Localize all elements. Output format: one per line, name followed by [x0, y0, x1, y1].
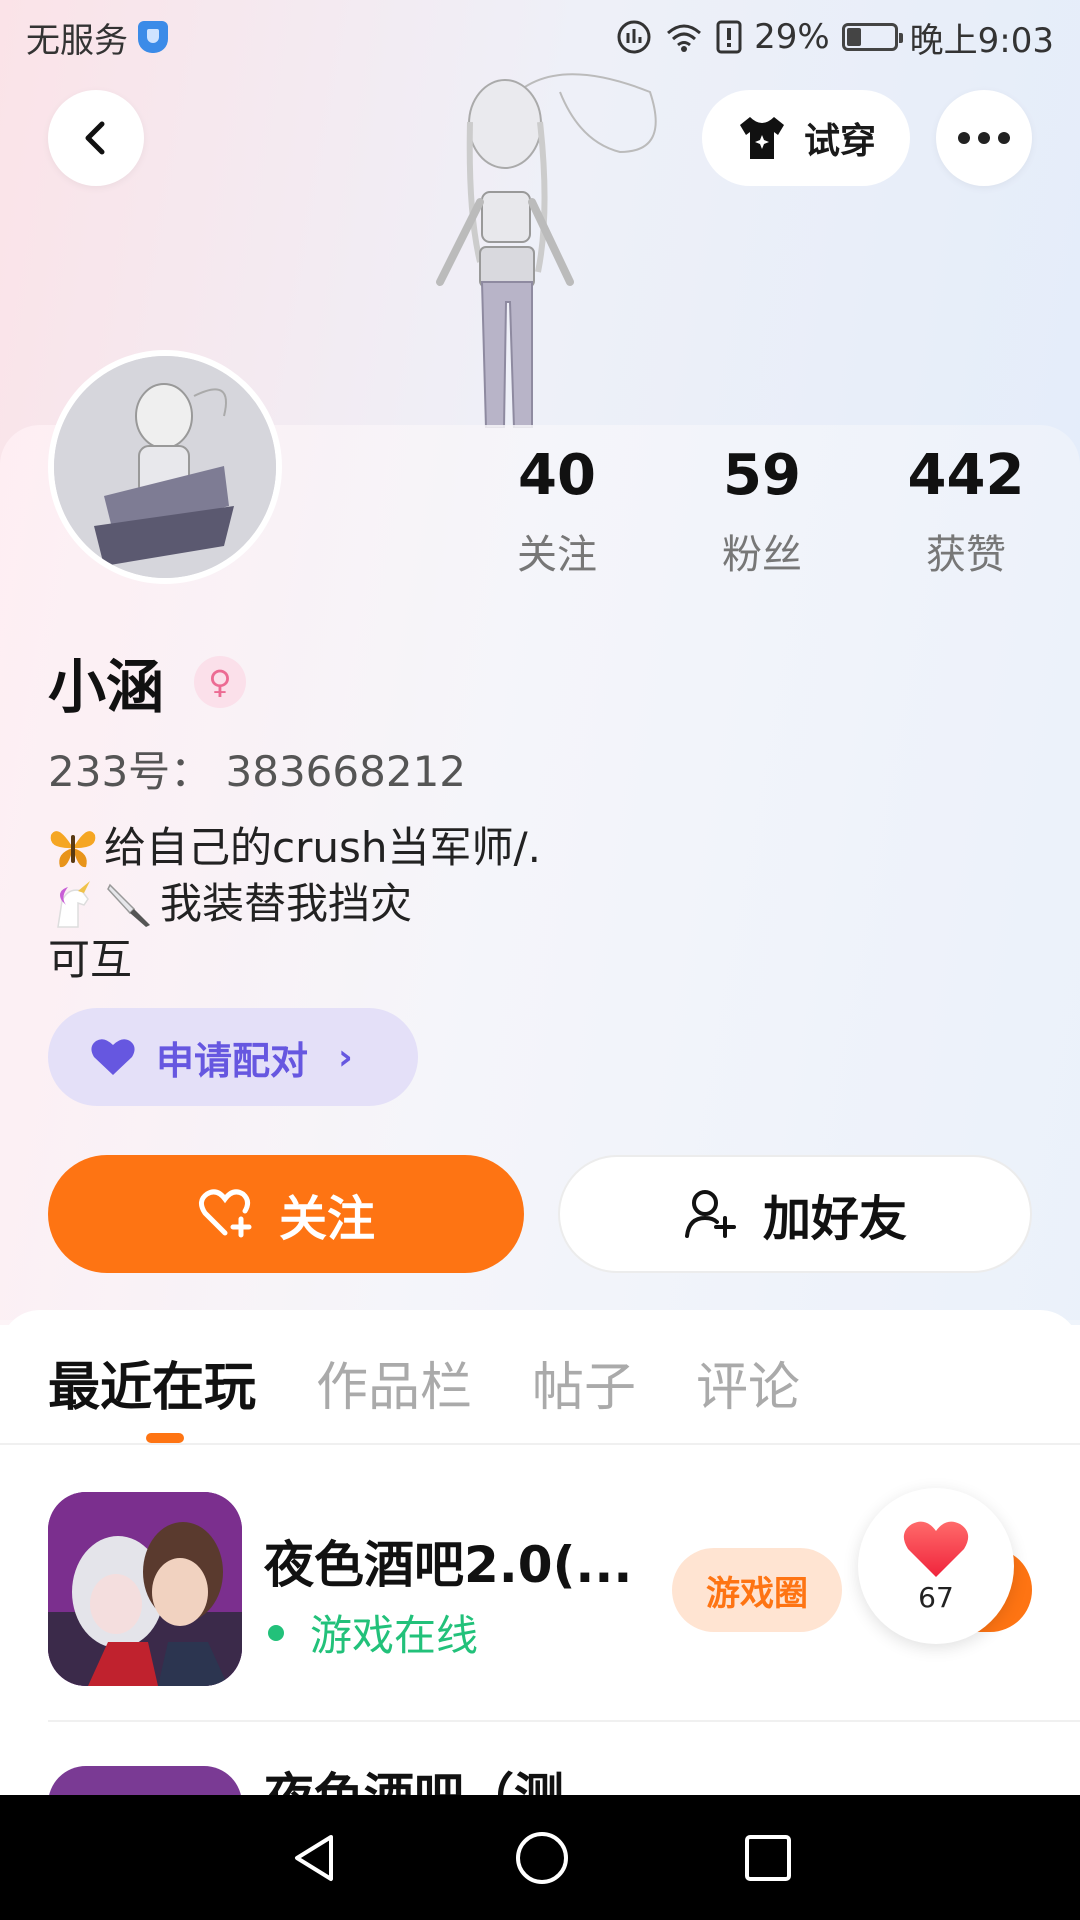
profile-bio: 给自己的crush当军师/. 我装替我挡灾 可互	[48, 820, 541, 988]
active-tab-indicator	[146, 1433, 184, 1443]
bio-line-1: 给自己的crush当军师/.	[104, 823, 541, 872]
bio-line-3: 可互	[48, 935, 133, 984]
try-on-label: 试穿	[803, 121, 876, 162]
apply-pair-button[interactable]: 申请配对 ›	[48, 1008, 418, 1106]
online-dot-icon	[268, 1624, 284, 1641]
profile-name: 小涵	[48, 653, 165, 721]
avatar[interactable]	[48, 350, 282, 584]
stat-followers-label: 粉丝	[722, 532, 802, 578]
tshirt-icon	[739, 117, 784, 159]
tab-works[interactable]: 作品栏	[316, 1345, 472, 1420]
avatar-image	[54, 356, 276, 578]
follow-label: 关注	[278, 1191, 375, 1247]
chevron-right-icon: ›	[338, 1036, 353, 1078]
user-id[interactable]: 233号： 383668212	[48, 738, 466, 799]
more-button[interactable]	[936, 90, 1032, 186]
unicorn-emoji-icon	[57, 881, 90, 928]
add-friend-label: 加好友	[762, 1191, 907, 1247]
user-plus-icon	[684, 1190, 736, 1238]
game-status-label: 游戏在线	[310, 1611, 479, 1660]
heart-icon	[91, 1039, 135, 1075]
avatar-figure-image	[436, 73, 657, 428]
apply-pair-label: 申请配对	[156, 1038, 309, 1083]
bio-line-2: 我装替我挡灾	[160, 879, 413, 928]
back-button[interactable]	[48, 90, 144, 186]
game-circle-button[interactable]: 游戏圈	[672, 1548, 842, 1632]
like-badge[interactable]: 67	[858, 1488, 1014, 1644]
stat-following[interactable]: 40 关注	[487, 440, 627, 580]
tab-recently-played[interactable]: 最近在玩	[48, 1345, 256, 1420]
stat-following-label: 关注	[517, 532, 597, 578]
butterfly-emoji-icon	[50, 831, 96, 868]
nav-recents-icon[interactable]	[743, 1833, 793, 1883]
tabs-divider	[0, 1443, 1080, 1445]
tab-comments[interactable]: 评论	[696, 1345, 800, 1420]
stat-followers[interactable]: 59 粉丝	[692, 440, 832, 580]
follow-button[interactable]: 关注	[48, 1155, 524, 1273]
add-friend-button[interactable]: 加好友	[558, 1155, 1032, 1273]
battery-percent: 29%	[754, 17, 830, 57]
like-count: 67	[918, 1580, 954, 1614]
stat-followers-value: 59	[723, 443, 801, 508]
stat-likes-value: 442	[907, 443, 1025, 508]
heart-plus-icon	[198, 1189, 252, 1238]
stat-following-value: 40	[518, 443, 596, 508]
clock-text: 晚上9:03	[909, 20, 1054, 61]
knife-emoji-icon	[107, 883, 150, 927]
shield-icon	[138, 21, 168, 53]
game-icon-image[interactable]	[48, 1492, 242, 1686]
stat-likes-label: 获赞	[926, 532, 1006, 578]
carrier-text: 无服务	[26, 20, 128, 61]
signal-icon	[617, 20, 651, 54]
game-title[interactable]: 夜色酒吧（测	[264, 1762, 564, 1796]
battery-icon	[841, 23, 903, 51]
stat-likes[interactable]: 442 获赞	[896, 440, 1036, 580]
back-icon	[85, 121, 105, 155]
system-nav-bar	[0, 1795, 1080, 1920]
game-status: 游戏在线	[268, 1602, 478, 1663]
tab-posts[interactable]: 帖子	[532, 1345, 636, 1420]
try-on-button[interactable]: 试穿	[702, 90, 910, 186]
heart-icon	[903, 1521, 969, 1577]
game-title[interactable]: 夜色酒吧2.0(...	[264, 1525, 632, 1597]
profile-name-row: 小涵 ♀	[48, 640, 247, 724]
wifi-icon	[667, 24, 702, 52]
row-divider	[48, 1720, 1080, 1722]
more-icon	[958, 132, 1010, 144]
alert-icon	[716, 20, 742, 54]
profile-tabs: 最近在玩 作品栏 帖子 评论	[48, 1345, 800, 1420]
nav-home-icon[interactable]	[514, 1830, 570, 1886]
nav-back-icon[interactable]	[287, 1831, 341, 1885]
female-gender-icon: ♀	[194, 656, 247, 708]
